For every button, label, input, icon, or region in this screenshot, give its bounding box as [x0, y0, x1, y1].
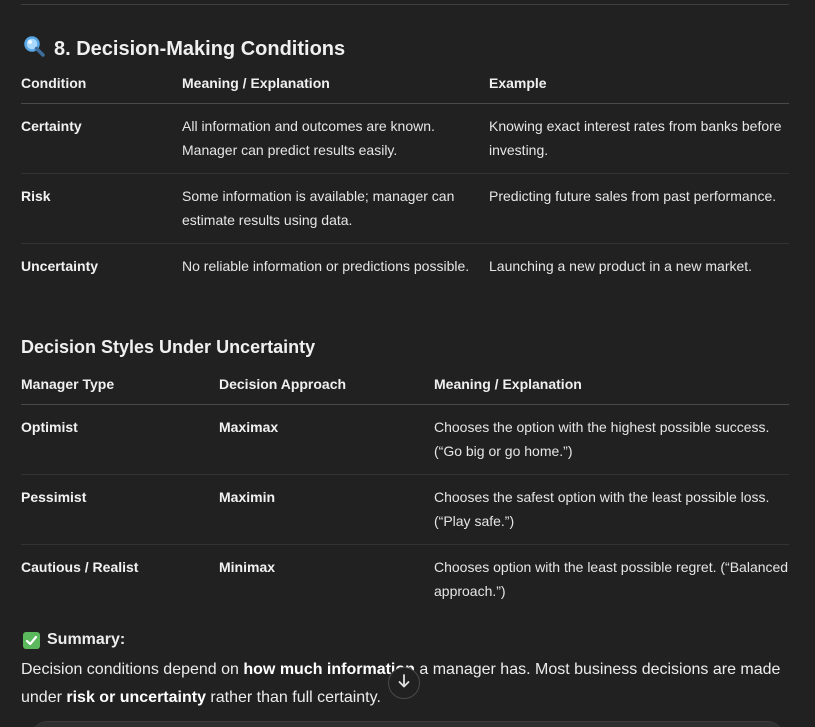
meaning-cell: Some information is available; manager c… — [182, 188, 455, 228]
divider — [21, 4, 789, 5]
meaning-cell: Chooses the option with the highest poss… — [434, 419, 770, 459]
manager-type-cell: Optimist — [21, 419, 78, 435]
column-header: Decision Approach — [219, 376, 347, 392]
summary-bold-text: risk or uncertainty — [66, 689, 206, 706]
summary-heading: Summary: — [23, 631, 125, 649]
section-title: 8. Decision-Making Conditions — [54, 37, 346, 60]
chat-message: 8. Decision-Making Conditions Condition … — [0, 0, 815, 727]
manager-type-cell: Pessimist — [21, 489, 87, 505]
column-header: Meaning / Explanation — [434, 376, 582, 392]
subsection-heading: Decision Styles Under Uncertainty — [21, 337, 316, 357]
summary-text-part: rather than full certainty. — [205, 689, 381, 706]
arrow-down-icon — [397, 673, 411, 694]
table-header-row: Manager Type Decision Approach Meaning /… — [21, 372, 789, 405]
approach-cell: Maximin — [219, 489, 276, 505]
summary-title: Summary: — [47, 631, 126, 648]
section-heading: 8. Decision-Making Conditions — [23, 35, 345, 63]
decision-styles-table: Manager Type Decision Approach Meaning /… — [21, 372, 789, 614]
example-cell: Launching a new product in a new market. — [489, 258, 753, 274]
column-header: Condition — [21, 75, 87, 91]
manager-type-cell: Cautious / Realist — [21, 559, 139, 575]
conditions-table: Condition Meaning / Explanation Example … — [21, 71, 789, 313]
condition-cell: Uncertainty — [21, 258, 99, 274]
approach-cell: Minimax — [219, 559, 276, 575]
meaning-cell: No reliable information or predictions p… — [182, 258, 470, 274]
meaning-cell: All information and outcomes are known. … — [182, 118, 435, 158]
example-cell: Predicting future sales from past perfor… — [489, 188, 777, 204]
table-header-row: Condition Meaning / Explanation Example — [21, 71, 789, 104]
meaning-cell: Chooses the safest option with the least… — [434, 489, 770, 529]
column-header: Manager Type — [21, 376, 115, 392]
magnifier-icon — [23, 35, 45, 63]
message-composer[interactable] — [30, 721, 785, 727]
table-row: Risk Some information is available; mana… — [21, 174, 789, 244]
condition-cell: Risk — [21, 188, 51, 204]
summary-text-part: Decision conditions depend on — [21, 661, 244, 678]
column-header: Meaning / Explanation — [182, 75, 330, 91]
approach-cell: Maximax — [219, 419, 279, 435]
column-header: Example — [489, 75, 547, 91]
table-row: Cautious / Realist Minimax Chooses optio… — [21, 545, 789, 614]
meaning-cell: Chooses option with the least possible r… — [434, 559, 789, 599]
table-row: Optimist Maximax Chooses the option with… — [21, 405, 789, 475]
table-row: Pessimist Maximin Chooses the safest opt… — [21, 475, 789, 545]
check-mark-icon — [23, 631, 40, 649]
example-cell: Knowing exact interest rates from banks … — [489, 118, 782, 158]
table-row: Uncertainty No reliable information or p… — [21, 244, 789, 313]
scroll-to-bottom-button[interactable] — [388, 667, 420, 699]
condition-cell: Certainty — [21, 118, 82, 134]
table-row: Certainty All information and outcomes a… — [21, 104, 789, 174]
